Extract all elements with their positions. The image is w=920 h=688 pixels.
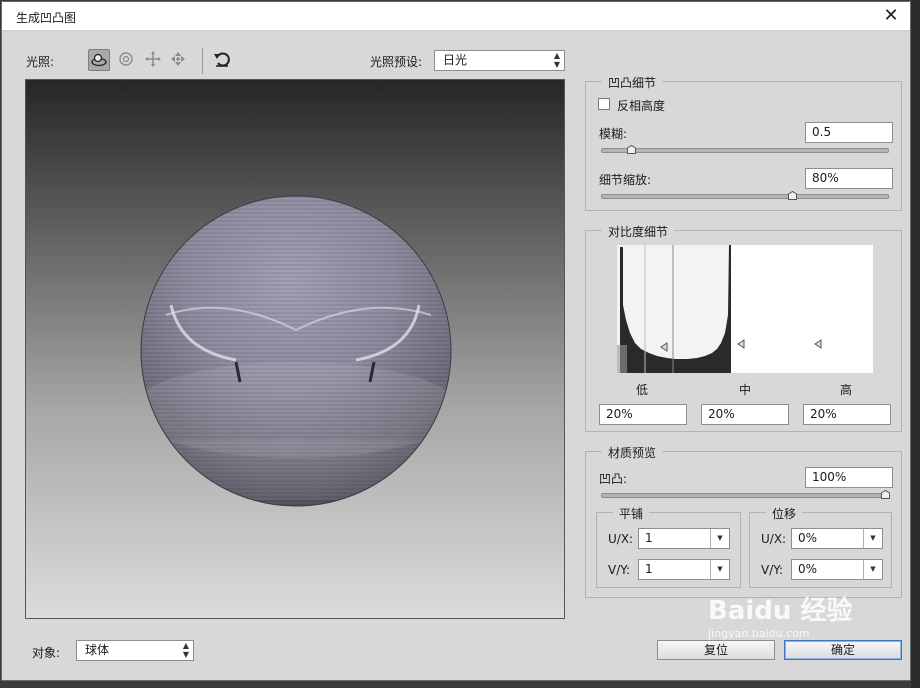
histogram-graph xyxy=(617,245,822,373)
move-tool-button[interactable] xyxy=(168,49,190,71)
detail-scale-input[interactable]: 80% xyxy=(805,168,893,189)
offset-vy-label: V/Y: xyxy=(761,563,784,577)
pan-icon xyxy=(145,51,161,67)
background-app-edge xyxy=(911,0,920,688)
contrast-histogram[interactable] xyxy=(617,245,873,373)
tile-ux-label: U/X: xyxy=(608,532,634,546)
tiling-title: 平铺 xyxy=(613,505,650,522)
slider-thumb[interactable] xyxy=(627,145,636,154)
light-sphere-icon xyxy=(91,53,107,67)
light-label: 光照: xyxy=(26,55,55,69)
move-icon xyxy=(171,52,185,66)
detail-scale-slider[interactable] xyxy=(601,191,889,200)
reset-button[interactable]: 复位 xyxy=(657,640,775,660)
blur-label: 模糊: xyxy=(599,127,628,141)
baidu-watermark: Baidu 经验 jingyan.baidu.com xyxy=(708,590,852,640)
rotate-tool-button[interactable] xyxy=(116,49,138,71)
title-bar: 生成凹凸图 ✕ xyxy=(2,2,910,31)
blur-input[interactable]: 0.5 xyxy=(805,122,893,143)
reset-view-button[interactable] xyxy=(212,49,234,71)
bump-amount-slider[interactable] xyxy=(601,490,890,499)
dropdown-arrow-icon[interactable]: ▼ xyxy=(710,560,729,579)
ok-button[interactable]: 确定 xyxy=(784,640,902,660)
slider-thumb[interactable] xyxy=(881,490,890,499)
object-select[interactable]: 球体 ▲ ▼ xyxy=(76,640,194,661)
light-preset-select[interactable]: 日光 ▲ ▼ xyxy=(434,50,565,71)
bump-detail-title: 凹凸细节 xyxy=(602,74,663,91)
select-arrows-icon: ▲ ▼ xyxy=(182,641,189,659)
dropdown-arrow-icon[interactable]: ▼ xyxy=(863,529,882,548)
light-preset-label: 光照预设: xyxy=(370,55,423,69)
dialog-title: 生成凹凸图 xyxy=(16,11,77,25)
dropdown-arrow-icon[interactable]: ▼ xyxy=(863,560,882,579)
slider-thumb[interactable] xyxy=(788,191,797,200)
watermark-text: Baidu 经验 xyxy=(708,596,853,626)
offset-title: 位移 xyxy=(766,505,803,522)
object-value: 球体 xyxy=(85,643,110,657)
invert-height-checkbox[interactable] xyxy=(598,98,610,110)
offset-ux-label: U/X: xyxy=(761,532,787,546)
light-drag-tool-button[interactable] xyxy=(88,49,110,71)
tile-ux-value: 1 xyxy=(645,531,653,545)
object-label: 对象: xyxy=(32,646,61,660)
low-input[interactable]: 20% xyxy=(599,404,687,425)
generate-bump-map-dialog: 生成凹凸图 ✕ 光照: 光照预设: 日光 ▲ ▼ 凹凸细节 反相高度 模糊: 0… xyxy=(1,1,911,681)
rotate-icon xyxy=(119,52,133,66)
toolbar-separator xyxy=(202,48,203,74)
close-icon[interactable]: ✕ xyxy=(880,5,902,27)
bump-preview-viewport[interactable] xyxy=(25,79,565,619)
high-input[interactable]: 20% xyxy=(803,404,891,425)
material-preview-title: 材质预览 xyxy=(602,444,663,461)
mid-input[interactable]: 20% xyxy=(701,404,789,425)
undo-icon xyxy=(214,52,230,67)
contrast-detail-title: 对比度细节 xyxy=(602,223,675,240)
tile-vy-stepper[interactable]: 1 ▼ xyxy=(638,559,730,580)
offset-ux-value: 0% xyxy=(798,531,818,545)
tile-ux-stepper[interactable]: 1 ▼ xyxy=(638,528,730,549)
mid-label: 中 xyxy=(739,383,752,397)
high-label: 高 xyxy=(840,383,853,397)
sphere-preview xyxy=(140,195,452,507)
blur-slider[interactable] xyxy=(601,145,889,154)
select-arrows-icon: ▲ ▼ xyxy=(553,51,560,69)
bump-amount-label: 凹凸: xyxy=(599,472,628,486)
offset-vy-stepper[interactable]: 0% ▼ xyxy=(791,559,883,580)
offset-vy-value: 0% xyxy=(798,562,818,576)
low-label: 低 xyxy=(636,383,649,397)
dropdown-arrow-icon[interactable]: ▼ xyxy=(710,529,729,548)
tile-vy-value: 1 xyxy=(645,562,653,576)
light-preset-value: 日光 xyxy=(443,53,468,67)
pan-tool-button[interactable] xyxy=(143,49,165,71)
watermark-url: jingyan.baidu.com xyxy=(708,627,810,640)
offset-ux-stepper[interactable]: 0% ▼ xyxy=(791,528,883,549)
tile-vy-label: V/Y: xyxy=(608,563,631,577)
invert-height-label: 反相高度 xyxy=(617,99,666,113)
detail-scale-label: 细节缩放: xyxy=(599,173,652,187)
bump-amount-input[interactable]: 100% xyxy=(805,467,893,488)
